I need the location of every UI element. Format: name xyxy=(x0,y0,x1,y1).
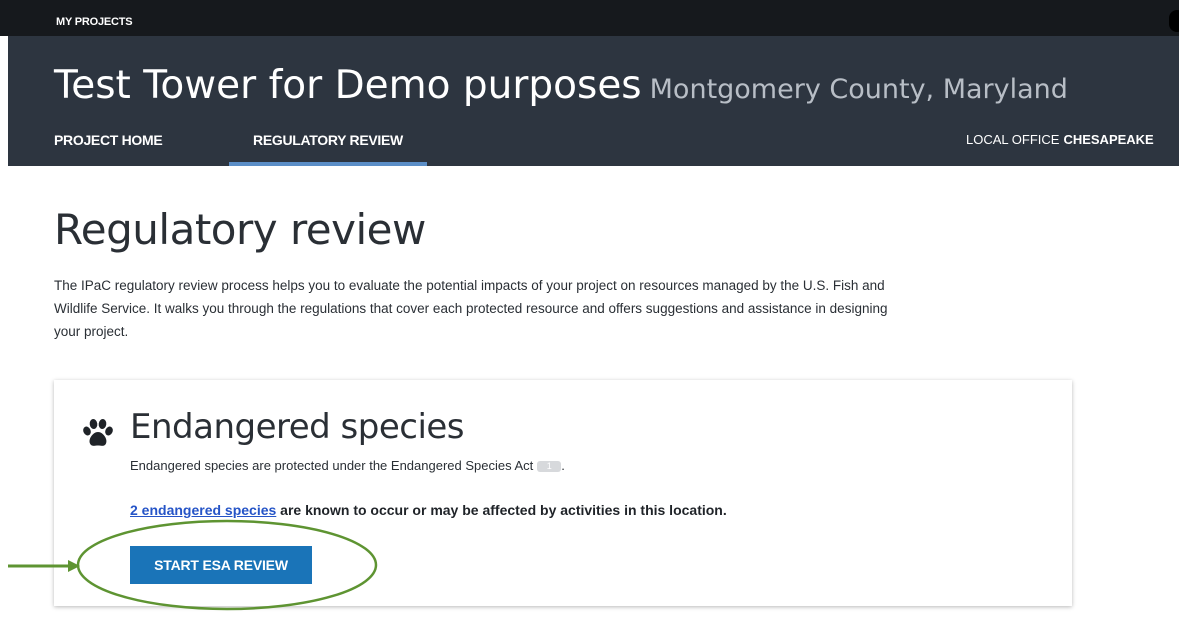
project-header: Test Tower for Demo purposes Montgomery C… xyxy=(8,36,1179,166)
species-count-text: are known to occur or may be affected by… xyxy=(276,502,727,518)
page-title: Regulatory review xyxy=(54,205,426,254)
local-office: LOCAL OFFICE CHESAPEAKE xyxy=(966,128,1154,152)
project-title: Test Tower for Demo purposes Montgomery C… xyxy=(54,62,1068,114)
footnote-badge[interactable]: 1 xyxy=(537,461,562,473)
top-bar: MY PROJECTS xyxy=(0,0,1179,36)
card-description-end: . xyxy=(561,458,565,473)
card-description: Endangered species are protected under t… xyxy=(130,458,565,473)
project-name: Test Tower for Demo purposes xyxy=(54,63,642,108)
card-description-text: Endangered species are protected under t… xyxy=(130,458,534,473)
intro-paragraph: The IPaC regulatory review process helps… xyxy=(54,278,888,339)
start-esa-review-button[interactable]: START ESA REVIEW xyxy=(130,546,312,584)
corner-shape xyxy=(1169,10,1179,32)
tab-regulatory-review[interactable]: REGULATORY REVIEW xyxy=(229,128,427,166)
card-title: Endangered species xyxy=(130,407,465,447)
project-nav: PROJECT HOME REGULATORY REVIEW LOCAL OFF… xyxy=(8,128,1179,166)
my-projects-link[interactable]: MY PROJECTS xyxy=(56,16,133,28)
endangered-species-link[interactable]: 2 endangered species xyxy=(130,502,276,518)
tab-project-home[interactable]: PROJECT HOME xyxy=(54,128,184,166)
paw-icon xyxy=(83,419,113,446)
species-count-line: 2 endangered species are known to occur … xyxy=(130,502,727,518)
local-office-label: LOCAL OFFICE xyxy=(966,132,1060,147)
local-office-name[interactable]: CHESAPEAKE xyxy=(1063,132,1153,147)
endangered-species-card: Endangered species Endangered species ar… xyxy=(54,380,1072,606)
project-location: Montgomery County, Maryland xyxy=(649,74,1068,105)
